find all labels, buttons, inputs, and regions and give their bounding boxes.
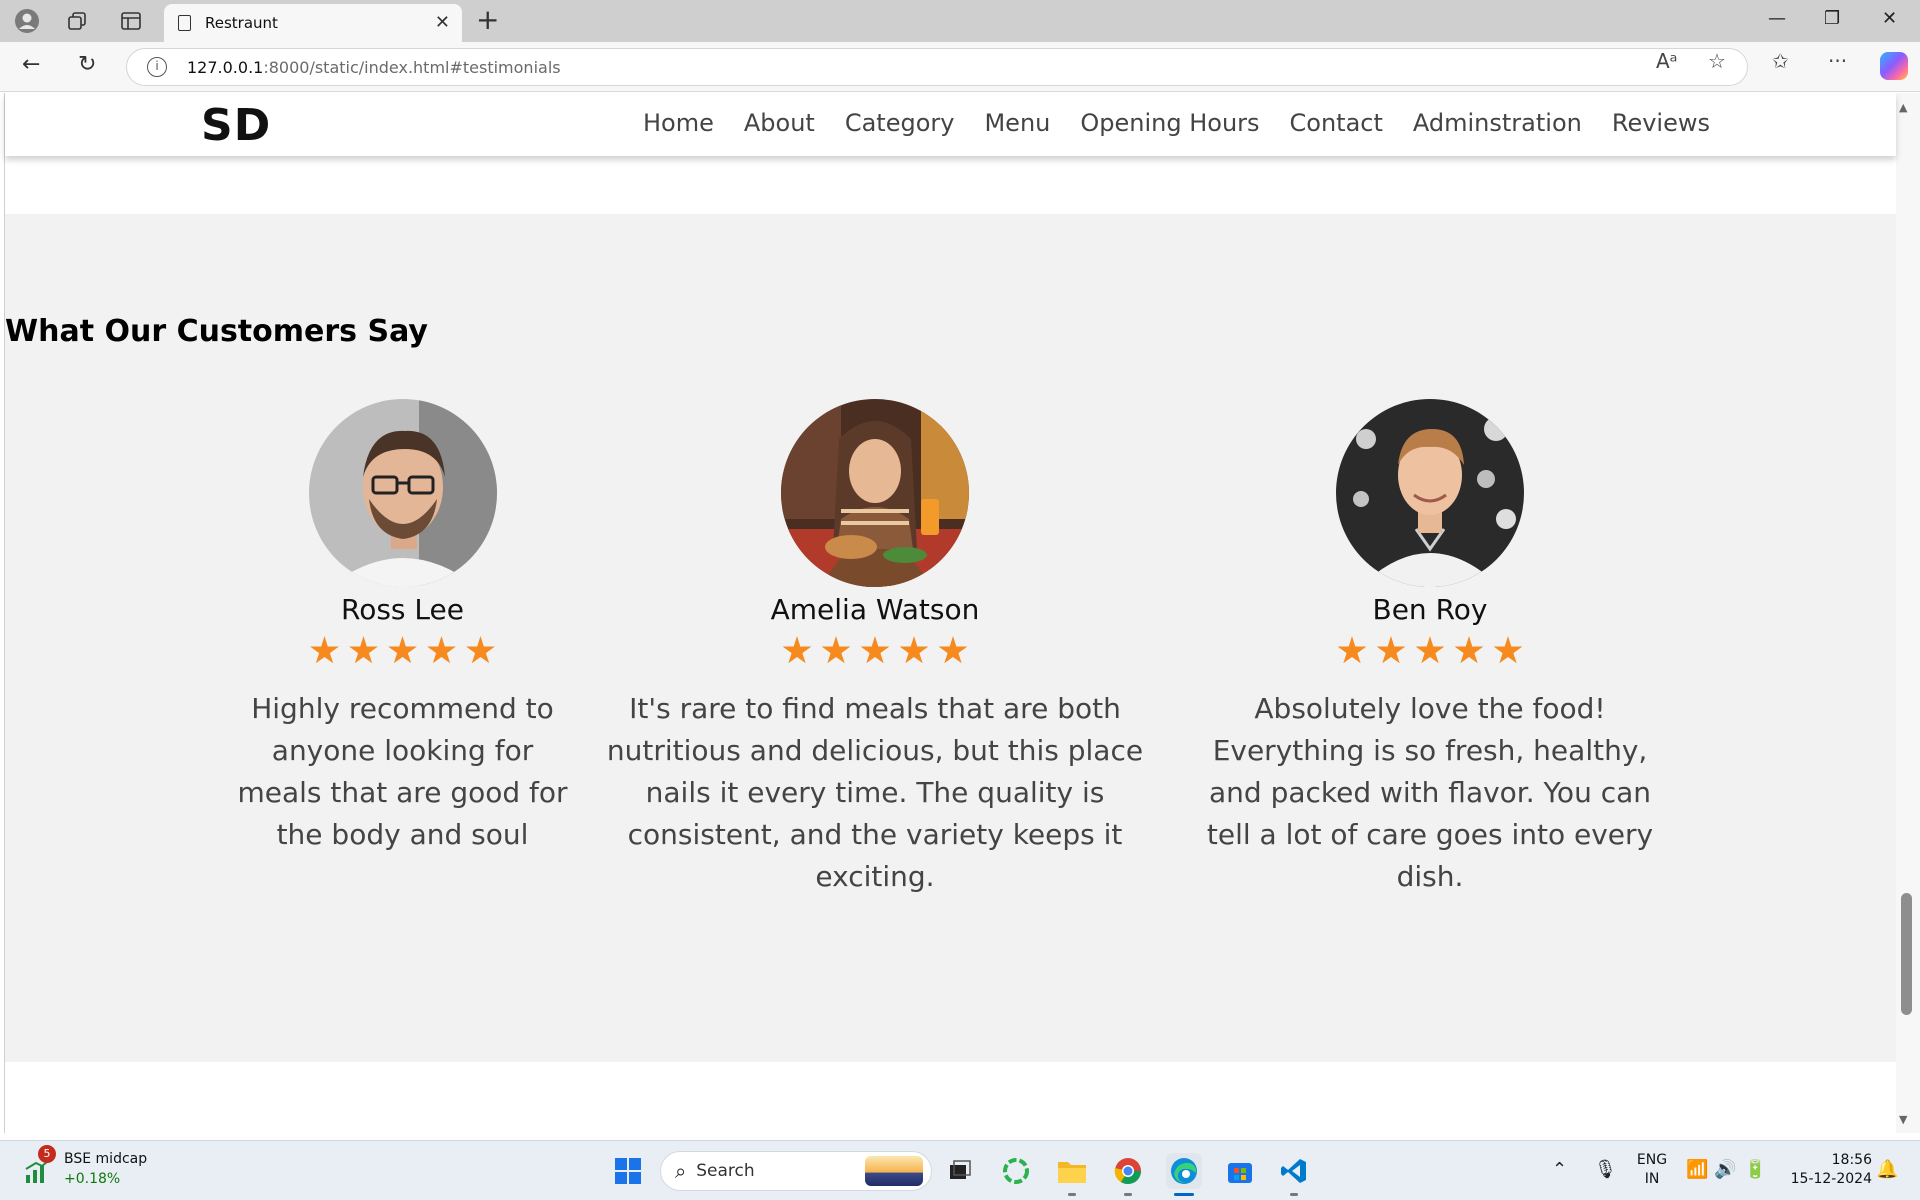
scroll-up-icon[interactable]: ▲	[1899, 101, 1907, 114]
star-icon	[821, 636, 851, 664]
nav-category[interactable]: Category	[845, 109, 955, 137]
close-tab-icon[interactable]: ✕	[435, 12, 450, 33]
page-icon	[178, 15, 191, 31]
star-rating	[1200, 636, 1660, 666]
edge-icon[interactable]	[1166, 1153, 1202, 1189]
new-tab-button[interactable]: +	[476, 4, 499, 36]
search-highlight-image	[865, 1156, 923, 1186]
taskbar: 5 BSE midcap +0.18% ⌕ Search ⌃ 🎙 ENG IN …	[0, 1140, 1920, 1200]
section-heading: What Our Customers Say	[5, 314, 428, 349]
avatar	[781, 399, 969, 587]
address-bar-row: ← ↻ i 127.0.0.1:8000/static/index.html#t…	[0, 42, 1920, 92]
minimize-icon[interactable]: —	[1768, 8, 1786, 29]
avatar	[1336, 399, 1524, 587]
wifi-icon[interactable]: 📶	[1686, 1159, 1708, 1180]
file-explorer-icon[interactable]	[1054, 1153, 1090, 1189]
site-header: SD Home About Category Menu Opening Hour…	[5, 93, 1896, 156]
running-indicator	[1124, 1193, 1132, 1196]
search-icon: ⌕	[675, 1159, 687, 1183]
scrollbar-thumb[interactable]	[1901, 893, 1912, 1015]
review-text: It's rare to find meals that are both nu…	[606, 692, 1144, 893]
favorites-icon[interactable]: ✩	[1772, 49, 1789, 73]
nav-menu[interactable]: Menu	[984, 109, 1050, 137]
battery-icon[interactable]: 🔋	[1744, 1159, 1766, 1180]
star-icon	[1493, 636, 1523, 664]
star-icon	[349, 636, 378, 664]
favorite-star-icon[interactable]: ☆	[1708, 49, 1726, 73]
restore-icon[interactable]: ❐	[1824, 8, 1840, 29]
review-text: Absolutely love the food! Everything is …	[1206, 692, 1654, 893]
volume-icon[interactable]: 🔊	[1714, 1159, 1736, 1180]
tab-title: Restraunt	[205, 14, 278, 32]
vscode-icon[interactable]	[1276, 1153, 1312, 1189]
taskbar-search[interactable]: ⌕ Search	[660, 1151, 932, 1191]
widget-title[interactable]: BSE midcap	[64, 1151, 147, 1167]
running-indicator	[1068, 1193, 1076, 1196]
site-logo[interactable]: SD	[201, 100, 271, 151]
testimonial-card: Ben Roy Absolutely love the food! Everyt…	[1200, 399, 1660, 898]
store-icon[interactable]	[1222, 1153, 1258, 1189]
close-window-icon[interactable]: ✕	[1882, 8, 1897, 29]
show-hidden-icons-icon[interactable]: ⌃	[1552, 1159, 1567, 1180]
widget-badge: 5	[38, 1145, 56, 1163]
nav-adminstration[interactable]: Adminstration	[1413, 109, 1582, 137]
star-icon	[427, 636, 456, 664]
star-icon	[782, 636, 812, 664]
browser-tab[interactable]: Restraunt ✕	[164, 4, 462, 42]
star-icon	[466, 636, 495, 664]
testimonial-card: Ross Lee Highly recommend to anyone look…	[230, 399, 575, 856]
task-view-icon[interactable]	[942, 1153, 978, 1189]
testimonials-section: What Our Customers Say Ross Lee Highly r…	[5, 214, 1896, 1062]
customer-name: Ross Lee	[341, 593, 464, 626]
copilot-icon[interactable]	[1880, 52, 1908, 80]
customer-name: Amelia Watson	[770, 593, 980, 626]
collections-icon[interactable]	[62, 6, 92, 36]
nav-reviews[interactable]: Reviews	[1612, 109, 1710, 137]
microphone-icon[interactable]: 🎙	[1594, 1159, 1617, 1180]
running-indicator-active	[1174, 1193, 1194, 1196]
copilot-app-icon[interactable]	[998, 1153, 1034, 1189]
nav-contact[interactable]: Contact	[1290, 109, 1383, 137]
nav-home[interactable]: Home	[643, 109, 714, 137]
scroll-down-icon[interactable]: ▼	[1899, 1113, 1907, 1126]
customer-name: Ben Roy	[1372, 593, 1488, 626]
refresh-icon[interactable]: ↻	[78, 52, 96, 77]
star-icon	[1337, 636, 1367, 664]
site-info-icon[interactable]: i	[147, 57, 167, 77]
star-icon	[860, 636, 890, 664]
profile-icon[interactable]	[12, 6, 42, 36]
search-label: Search	[696, 1161, 755, 1181]
clock[interactable]: 18:56 15-12-2024	[1782, 1151, 1872, 1189]
back-icon[interactable]: ←	[22, 52, 40, 77]
notification-bell-icon[interactable]: 🔔	[1876, 1159, 1898, 1180]
star-icon	[388, 636, 417, 664]
more-options-icon[interactable]: ···	[1828, 49, 1847, 73]
testimonial-card: Amelia Watson It's rare to find meals th…	[595, 399, 1155, 898]
running-indicator	[1290, 1193, 1298, 1196]
main-nav: Home About Category Menu Opening Hours C…	[643, 109, 1710, 137]
start-icon[interactable]	[610, 1153, 646, 1189]
nav-opening-hours[interactable]: Opening Hours	[1080, 109, 1259, 137]
vertical-tabs-icon[interactable]	[116, 6, 146, 36]
star-icon	[310, 636, 339, 664]
avatar	[308, 399, 497, 587]
language-indicator[interactable]: ENG IN	[1634, 1151, 1670, 1189]
star-icon	[938, 636, 968, 664]
star-rating	[230, 636, 575, 666]
star-icon	[1454, 636, 1484, 664]
star-icon	[1415, 636, 1445, 664]
read-aloud-icon[interactable]: Aᵃ	[1656, 49, 1678, 73]
star-icon	[899, 636, 929, 664]
chrome-icon[interactable]	[1110, 1153, 1146, 1189]
review-text: Highly recommend to anyone looking for m…	[237, 692, 568, 851]
star-icon	[1376, 636, 1406, 664]
url-field[interactable]: i 127.0.0.1:8000/static/index.html#testi…	[126, 48, 1748, 86]
widget-value: +0.18%	[64, 1171, 121, 1187]
browser-tab-bar: Restraunt ✕ + — ❐ ✕	[0, 0, 1920, 42]
nav-about[interactable]: About	[744, 109, 815, 137]
page-viewport: SD Home About Category Menu Opening Hour…	[0, 93, 1920, 1133]
star-rating	[595, 636, 1155, 666]
url-text: 127.0.0.1:8000/static/index.html#testimo…	[187, 57, 561, 77]
